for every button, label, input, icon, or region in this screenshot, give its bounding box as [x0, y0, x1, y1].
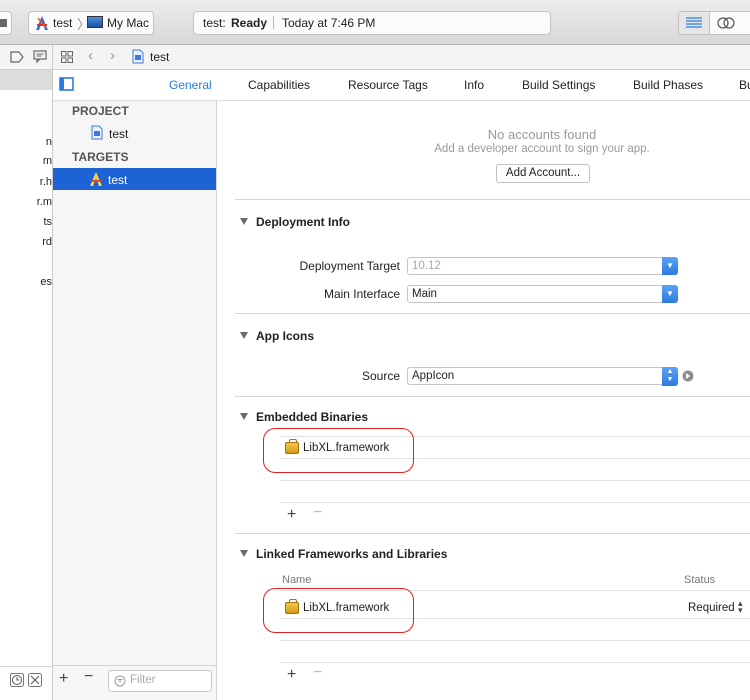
no-accounts-title: No accounts found	[487, 127, 597, 142]
filter-scm-icon[interactable]	[28, 673, 42, 687]
project-file-icon	[91, 125, 103, 140]
tab-build-rules[interactable]: Bu	[739, 78, 750, 92]
remove-linked-button[interactable]: −	[313, 664, 322, 682]
navigator-item[interactable]: m	[43, 155, 52, 167]
tab-resource-tags[interactable]: Resource Tags	[348, 78, 428, 92]
project-item[interactable]: test	[109, 127, 128, 141]
disclosure-triangle-icon[interactable]	[240, 218, 248, 225]
tab-general[interactable]: General	[169, 78, 212, 92]
comment-icon[interactable]	[33, 50, 47, 63]
navigator-item[interactable]: r.h	[40, 176, 52, 188]
tab-build-settings[interactable]: Build Settings	[522, 78, 595, 92]
filter-placeholder: Filter	[130, 674, 156, 686]
window-toolbar: test 〉 My Mac test: Ready Today at 7:46 …	[0, 0, 750, 45]
grid-icon[interactable]	[61, 51, 73, 63]
destination-name: My Mac	[107, 16, 149, 30]
updown-chevron-icon: ▲ ▼	[662, 367, 678, 386]
deployment-target-value: 10.12	[412, 260, 441, 272]
status-divider	[273, 16, 274, 29]
app-icon-source-popup[interactable]: AppIcon ▲ ▼	[407, 367, 678, 386]
filter-icon	[114, 675, 126, 687]
jumpbar-file[interactable]: test	[150, 50, 169, 64]
column-header-name[interactable]: Name	[282, 574, 311, 586]
add-account-label: Add Account...	[505, 167, 581, 179]
deployment-target-popup[interactable]: 10.12 ▼	[407, 257, 678, 275]
remove-embedded-button[interactable]: −	[313, 504, 322, 522]
tab-capabilities[interactable]: Capabilities	[248, 78, 310, 92]
tab-info[interactable]: Info	[464, 78, 484, 92]
status-project: test:	[203, 16, 226, 30]
add-embedded-button[interactable]: +	[287, 506, 296, 524]
chevron-down-icon: ▼	[662, 257, 678, 275]
navigator-item[interactable]: es	[40, 276, 52, 288]
tab-build-phases[interactable]: Build Phases	[633, 78, 703, 92]
highlight-annotation	[263, 588, 414, 633]
deployment-info-title: Deployment Info	[256, 215, 351, 229]
linked-framework-status[interactable]: Required	[688, 602, 735, 614]
forward-chevron-icon[interactable]: ›	[110, 47, 115, 64]
navigator-selected-row[interactable]	[0, 70, 52, 90]
chevron-down-icon: ▼	[662, 285, 678, 303]
stop-button[interactable]	[0, 11, 12, 35]
main-interface-combo[interactable]: Main ▼	[407, 285, 678, 303]
activity-status: test: Ready Today at 7:46 PM	[193, 11, 551, 35]
assistant-editor-button[interactable]	[710, 12, 740, 34]
app-icon-source-value: AppIcon	[412, 370, 455, 382]
project-navigator: n m r.h r.m ts rd es	[0, 70, 53, 700]
monitor-icon	[87, 16, 103, 28]
jump-bar: ‹ › test	[0, 45, 750, 70]
app-target-icon	[90, 172, 102, 186]
add-linked-button[interactable]: +	[287, 666, 296, 684]
xcode-app-icon	[36, 16, 48, 30]
highlight-annotation	[263, 428, 414, 473]
project-targets-list: PROJECT test TARGETS test + − Filter	[53, 101, 217, 700]
sidebar-toggle-icon[interactable]	[59, 77, 74, 91]
deployment-target-label: Deployment Target	[299, 259, 401, 273]
main-interface-value: Main	[412, 288, 437, 300]
app-icons-title: App Icons	[256, 329, 315, 343]
no-accounts-subtitle: Add a developer account to sign your app…	[434, 143, 650, 155]
disclosure-triangle-icon[interactable]	[240, 550, 248, 557]
go-arrow-icon[interactable]	[682, 370, 694, 382]
target-item-selected[interactable]: test	[53, 168, 216, 190]
targets-header: TARGETS	[72, 150, 129, 164]
recent-clock-icon[interactable]	[10, 673, 24, 687]
status-time: Today at 7:46 PM	[282, 16, 376, 30]
updown-chevron-icon[interactable]: ▴ ▾	[738, 599, 743, 615]
lines-icon	[686, 17, 702, 28]
editor-mode-segment	[678, 11, 750, 35]
navigator-item[interactable]: r.m	[37, 196, 52, 208]
embedded-binaries-title: Embedded Binaries	[256, 410, 369, 424]
general-settings-pane: No accounts found Add a developer accoun…	[217, 101, 750, 700]
remove-target-button[interactable]: −	[84, 668, 93, 686]
settings-tab-bar: General Capabilities Resource Tags Info …	[53, 70, 750, 101]
source-label: Source	[361, 369, 400, 383]
add-account-button[interactable]: Add Account...	[496, 164, 590, 183]
target-item-label: test	[108, 173, 128, 187]
project-file-icon	[132, 49, 144, 64]
main-interface-label: Main Interface	[323, 287, 400, 301]
filter-field[interactable]: Filter	[108, 670, 212, 692]
add-target-button[interactable]: +	[59, 670, 68, 688]
column-header-status[interactable]: Status	[684, 574, 715, 586]
linked-frameworks-title: Linked Frameworks and Libraries	[256, 547, 448, 561]
back-chevron-icon[interactable]: ‹	[88, 47, 93, 64]
disclosure-triangle-icon[interactable]	[240, 332, 248, 339]
navigator-item[interactable]: rd	[42, 236, 52, 248]
navigator-item[interactable]: ts	[43, 216, 52, 228]
scheme-selector[interactable]: test 〉 My Mac	[28, 11, 154, 35]
disclosure-triangle-icon[interactable]	[240, 413, 248, 420]
tag-icon[interactable]	[10, 51, 24, 63]
status-state: Ready	[231, 16, 268, 30]
scheme-name: test	[53, 16, 73, 30]
project-header: PROJECT	[72, 104, 129, 118]
overlapping-circles-icon	[717, 17, 735, 29]
navigator-item[interactable]: n	[46, 136, 52, 148]
standard-editor-button[interactable]	[679, 12, 710, 34]
